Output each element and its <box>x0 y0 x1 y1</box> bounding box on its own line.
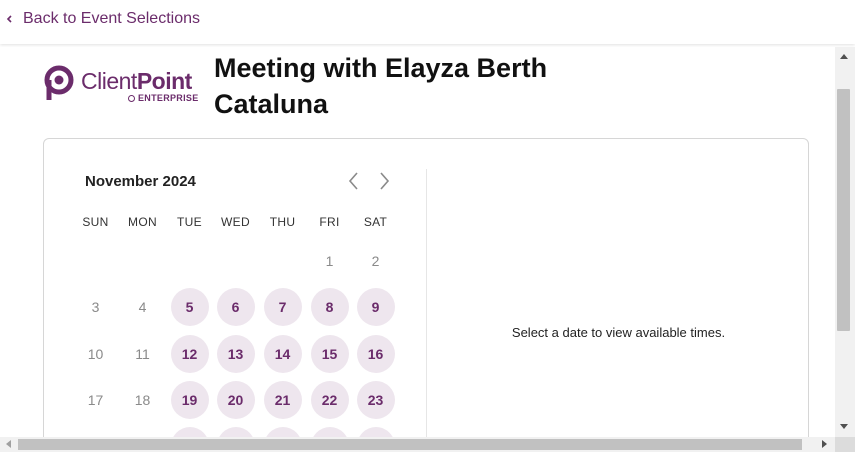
logo-wordmark: ClientPoint <box>81 68 192 94</box>
chevron-left-icon <box>6 15 12 23</box>
clientpoint-logo: ClientPoint ENTERPRISE <box>43 63 198 103</box>
calendar-day-disabled: 4 <box>138 299 147 315</box>
weekday-sat: SAT <box>363 215 388 229</box>
calendar-day-available[interactable]: 6 <box>216 288 255 326</box>
calendar-day-available[interactable]: 16 <box>356 335 395 373</box>
weekday-fri: FRI <box>319 215 340 229</box>
weekday-wed: WED <box>221 215 250 229</box>
next-month-chevron-right-icon[interactable] <box>377 171 391 191</box>
horizontal-scrollbar[interactable] <box>0 437 835 452</box>
calendar-month-label: November 2024 <box>85 173 196 190</box>
calendar-day-available[interactable]: 13 <box>216 335 255 373</box>
calendar-day-available[interactable]: 19 <box>170 381 209 419</box>
calendar-day-available[interactable]: 8 <box>310 288 349 326</box>
weekday-sun: SUN <box>82 215 109 229</box>
page-content: ClientPoint ENTERPRISE Meeting with Elay… <box>0 47 835 437</box>
calendar-day-disabled: 1 <box>325 253 334 269</box>
calendar-day-available[interactable]: 23 <box>356 381 395 419</box>
calendar-day-available[interactable]: 15 <box>310 335 349 373</box>
calendar-day-available[interactable]: 5 <box>170 288 209 326</box>
calendar-day-available[interactable]: 12 <box>170 335 209 373</box>
vertical-scrollbar[interactable] <box>835 47 855 437</box>
weekday-thu: THU <box>269 215 296 229</box>
calendar-day-disabled: 2 <box>371 253 380 269</box>
calendar-day-available[interactable] <box>356 427 395 437</box>
scroll-left-arrow-icon[interactable] <box>6 440 11 448</box>
calendar-day-available[interactable]: 21 <box>263 381 302 419</box>
calendar-day-disabled: 3 <box>91 299 100 315</box>
vertical-scroll-thumb[interactable] <box>837 89 850 331</box>
event-title: Meeting with Elayza Berth Cataluna <box>214 53 548 119</box>
calendar-day-disabled: 18 <box>134 392 151 408</box>
horizontal-scroll-thumb[interactable] <box>18 439 802 450</box>
calendar-day-available[interactable] <box>216 427 255 437</box>
calendar-day-available[interactable] <box>310 427 349 437</box>
scrollbar-corner <box>835 437 855 452</box>
calendar-day-disabled: 17 <box>87 392 104 408</box>
clientpoint-logo-mark-icon <box>44 65 74 100</box>
calendar-day-disabled: 10 <box>87 346 104 362</box>
back-link-label: Back to Event Selections <box>23 10 200 27</box>
available-times-hint: Select a date to view available times. <box>511 325 726 340</box>
top-bar: Back to Event Selections <box>0 0 855 44</box>
calendar: November 2024 SUN MON TUE WED THU FRI SAT 1234… <box>44 139 426 437</box>
calendar-day-available[interactable]: 20 <box>216 381 255 419</box>
logo-subtitle: ENTERPRISE <box>128 93 199 103</box>
calendar-day-disabled: 11 <box>135 346 150 362</box>
weekday-tue: TUE <box>177 215 202 229</box>
calendar-day-available[interactable]: 22 <box>310 381 349 419</box>
weekday-mon: MON <box>128 215 157 229</box>
back-to-event-selections-link[interactable]: Back to Event Selections <box>5 10 200 28</box>
calendar-day-available[interactable]: 7 <box>263 288 302 326</box>
scroll-down-arrow-icon[interactable] <box>840 424 848 429</box>
calendar-day-available[interactable] <box>263 427 302 437</box>
previous-month-chevron-left-icon[interactable] <box>347 171 361 191</box>
bottom-strip <box>0 452 855 460</box>
logo-sub-icon <box>128 95 135 102</box>
scroll-up-arrow-icon[interactable] <box>840 54 848 59</box>
panel-divider <box>426 169 427 437</box>
calendar-day-available[interactable] <box>170 427 209 437</box>
calendar-day-available[interactable]: 9 <box>356 288 395 326</box>
scheduler-card: November 2024 SUN MON TUE WED THU FRI SAT 1234… <box>43 138 809 437</box>
calendar-day-available[interactable]: 14 <box>263 335 302 373</box>
scroll-right-arrow-icon[interactable] <box>822 440 827 448</box>
